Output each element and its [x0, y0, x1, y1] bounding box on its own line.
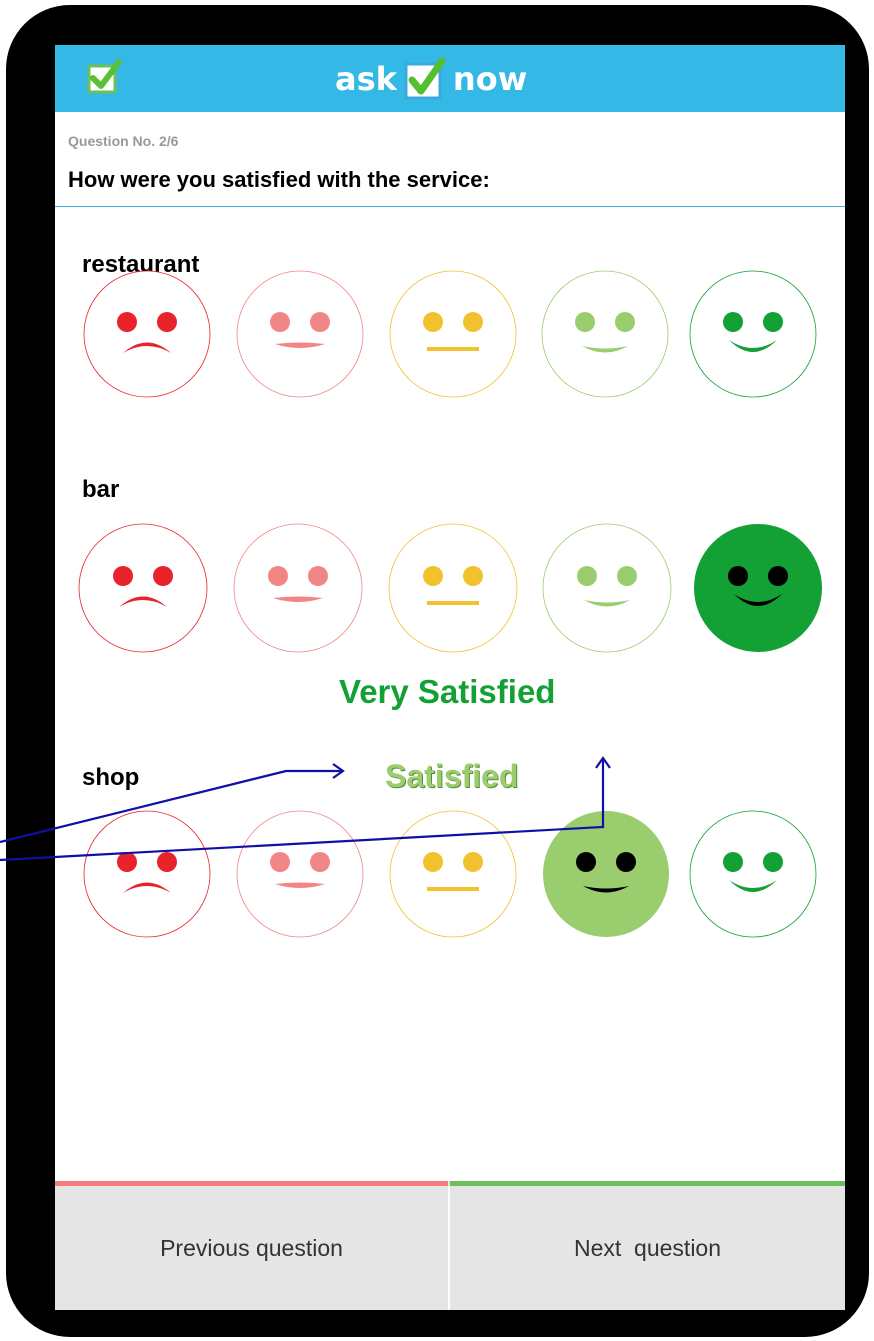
face-circle — [83, 810, 211, 938]
face-left-eye — [117, 312, 137, 332]
face-circle — [689, 810, 817, 938]
face-shop-4[interactable] — [541, 809, 671, 939]
face-bar-3[interactable] — [387, 522, 519, 654]
face-right-eye — [310, 312, 330, 332]
dissatisfied-face-icon — [236, 270, 364, 398]
previous-question-button[interactable]: Previous question — [55, 1186, 448, 1310]
face-left-eye — [728, 566, 748, 586]
face-left-eye — [113, 566, 133, 586]
face-right-eye — [768, 566, 788, 586]
face-circle — [388, 523, 518, 653]
face-left-eye — [270, 312, 290, 332]
face-right-eye — [763, 312, 783, 332]
face-right-eye — [616, 852, 636, 872]
face-shop-2[interactable] — [235, 809, 365, 939]
face-circle — [236, 810, 364, 938]
face-left-eye — [576, 852, 596, 872]
face-bar-1[interactable] — [77, 522, 209, 654]
very-dissatisfied-face-icon — [83, 270, 211, 398]
very-satisfied-face-icon — [689, 810, 817, 938]
face-circle — [78, 523, 208, 653]
face-right-eye — [157, 312, 177, 332]
face-left-eye — [723, 852, 743, 872]
face-restaurant-5[interactable] — [688, 269, 818, 399]
face-circle — [389, 270, 517, 398]
very-satisfied-face-icon — [689, 270, 817, 398]
face-bar-2[interactable] — [232, 522, 364, 654]
neutral-face-icon — [389, 270, 517, 398]
face-bar-4[interactable] — [541, 522, 673, 654]
very-dissatisfied-face-icon — [83, 810, 211, 938]
face-right-eye — [463, 566, 483, 586]
face-circle — [389, 810, 517, 938]
face-bar-5[interactable] — [692, 522, 824, 654]
face-left-eye — [270, 852, 290, 872]
phone-frame: ask now Question No. 2/6 How were you sa… — [6, 5, 869, 1337]
face-right-eye — [463, 852, 483, 872]
face-shop-5[interactable] — [688, 809, 818, 939]
face-left-eye — [577, 566, 597, 586]
face-circle — [542, 523, 672, 653]
logo-text-ask: ask — [335, 60, 397, 98]
face-circle — [83, 270, 211, 398]
face-right-eye — [617, 566, 637, 586]
face-circle — [541, 270, 669, 398]
face-circle — [236, 270, 364, 398]
face-right-eye — [463, 312, 483, 332]
face-restaurant-2[interactable] — [235, 269, 365, 399]
face-restaurant-4[interactable] — [540, 269, 670, 399]
face-restaurant-1[interactable] — [82, 269, 212, 399]
face-right-eye — [763, 852, 783, 872]
face-right-eye — [157, 852, 177, 872]
checkbox-icon[interactable] — [85, 58, 125, 98]
face-mouth — [427, 887, 479, 891]
face-shop-3[interactable] — [388, 809, 518, 939]
face-left-eye — [723, 312, 743, 332]
question-divider — [55, 206, 845, 207]
app-header: ask now — [55, 45, 845, 112]
face-right-eye — [310, 852, 330, 872]
satisfied-face-icon — [541, 270, 669, 398]
logo-text-now: now — [452, 60, 528, 98]
face-right-eye — [308, 566, 328, 586]
face-restaurant-3[interactable] — [388, 269, 518, 399]
face-left-eye — [423, 852, 443, 872]
rating-text-bar: Very Satisfied — [339, 673, 556, 710]
face-shop-1[interactable] — [82, 809, 212, 939]
face-left-eye — [268, 566, 288, 586]
neutral-face-icon — [389, 810, 517, 938]
category-label-bar: bar — [82, 476, 120, 503]
category-label-shop: shop — [82, 764, 140, 791]
satisfied-face-icon — [542, 523, 672, 653]
satisfied-face-icon — [543, 811, 669, 937]
face-right-eye — [153, 566, 173, 586]
face-mouth — [427, 601, 479, 605]
dissatisfied-face-icon — [233, 523, 363, 653]
app-screen: ask now Question No. 2/6 How were you sa… — [55, 45, 845, 1310]
face-left-eye — [575, 312, 595, 332]
face-left-eye — [423, 566, 443, 586]
question-text: How were you satisfied with the service: — [68, 167, 490, 192]
face-circle — [694, 524, 822, 652]
face-left-eye — [423, 312, 443, 332]
navigation-bar: Previous question Next question — [55, 1181, 845, 1310]
logo-check-icon — [404, 57, 446, 100]
rating-text-shop: Satisfied — [385, 758, 519, 794]
face-circle — [689, 270, 817, 398]
dissatisfied-face-icon — [236, 810, 364, 938]
face-right-eye — [615, 312, 635, 332]
question-number: Question No. 2/6 — [68, 133, 179, 149]
face-circle — [233, 523, 363, 653]
next-question-button[interactable]: Next question — [450, 1186, 845, 1310]
app-logo: ask now — [335, 51, 527, 107]
very-satisfied-face-icon — [694, 524, 822, 652]
face-left-eye — [117, 852, 137, 872]
very-dissatisfied-face-icon — [78, 523, 208, 653]
face-circle — [543, 811, 669, 937]
face-mouth — [427, 347, 479, 351]
neutral-face-icon — [388, 523, 518, 653]
